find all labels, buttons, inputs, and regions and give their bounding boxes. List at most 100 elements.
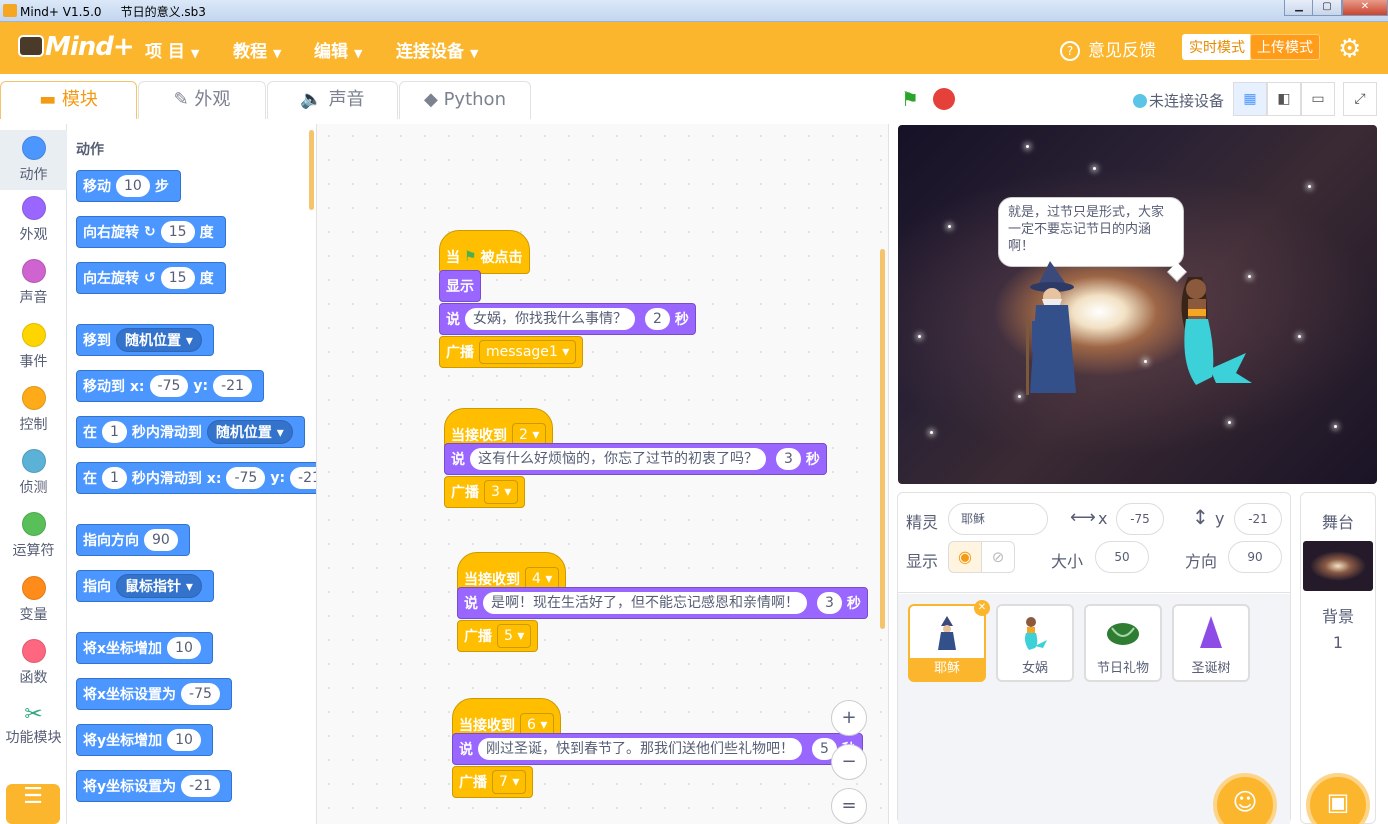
block-set-x[interactable]: 将x坐标设置为 -75 [76,678,232,710]
speaker-icon: 🔈 [300,89,329,110]
block-broadcast[interactable]: 广播 3 ▾ [444,476,526,508]
sliders-icon: ☰ [23,784,43,809]
hat-when-flag-clicked[interactable]: 当 ⚑ 被点击 [439,230,530,274]
tab-blocks[interactable]: ▬ 模块 [0,81,137,119]
block-change-y[interactable]: 将y坐标增加 10 [76,724,213,756]
block-change-x[interactable]: 将x坐标增加 10 [76,632,213,664]
palette-scrollbar[interactable] [309,130,314,210]
stop-icon[interactable] [933,88,955,110]
direction-field[interactable]: 90 [1228,541,1282,573]
tab-costumes[interactable]: ✎ 外观 [138,81,266,119]
title-bar: Mind+ V1.5.0 节日的意义.sb3 ▁ ▢ ✕ [0,0,1388,22]
window-title: Mind+ V1.5.0 节日的意义.sb3 [20,5,206,19]
script-area[interactable]: 当 ⚑ 被点击 显示 说女娲，你找我什么事情？ 2 秒 广播 message1 ▾ 当接收… [317,124,889,824]
normal-stage-icon[interactable]: ◧ [1267,82,1301,116]
gear-icon[interactable]: ⚙ [1338,34,1361,64]
sprite-thumb-gift[interactable]: 节日礼物 [1084,604,1162,682]
mindplus-window: Mind+ V1.5.0 节日的意义.sb3 ▁ ▢ ✕ Mind+ 项 目 ▼ … [0,0,1388,824]
sprite-thumb-nuwa[interactable]: 女娲 [996,604,1074,682]
block-turn-right[interactable]: 向右旋转 ↻ 15 度 [76,216,226,248]
category-events[interactable]: 事件 [0,323,67,371]
palette-title: 动作 [76,142,104,158]
script-scrollbar[interactable] [880,249,885,629]
tab-python[interactable]: ◆ Python [399,81,531,119]
block-move-steps[interactable]: 移动 10 步 [76,170,181,202]
category-sensing[interactable]: 侦测 [0,449,67,497]
green-flag-icon: ⚑ [464,249,477,265]
menu-project[interactable]: 项 目 ▼ [145,37,199,62]
block-point-towards[interactable]: 指向 鼠标指针 ▾ [76,570,214,602]
mode-live-button[interactable]: 实时模式 [1182,34,1252,60]
block-glide[interactable]: 在 1 秒内滑动到 随机位置 ▾ [76,416,305,448]
delete-sprite-icon[interactable]: ✕ [974,600,990,616]
block-palette: 动作 移动 10 步 向右旋转 ↻ 15 度 向左旋转 ↺ 15 度 移到 随机位置 ▾ 移动到 … [67,124,317,824]
green-flag-icon[interactable]: ⚑ [901,87,919,111]
category-variables[interactable]: 变量 [0,576,67,624]
zoom-out-button[interactable]: − [831,744,867,780]
menu-tutorial[interactable]: 教程 ▼ [233,37,281,62]
category-sound[interactable]: 声音 [0,259,67,307]
mode-upload-button[interactable]: 上传模式 [1250,34,1320,60]
wizard-sprite[interactable] [1022,261,1082,397]
chevron-down-icon: ▼ [273,47,282,60]
zoom-in-button[interactable]: + [831,700,867,736]
image-plus-icon: ▣ [1326,788,1350,816]
y-label: y [1215,509,1225,528]
fullscreen-icon[interactable]: ⤢ [1343,82,1377,116]
brush-icon: ✎ [173,89,195,110]
close-button[interactable]: ✕ [1342,0,1388,16]
category-function-modules[interactable]: ✂ 功能模块 [0,702,67,747]
category-operators[interactable]: 运算符 [0,512,67,560]
tab-sounds[interactable]: 🔈 声音 [267,81,398,119]
feedback-button[interactable]: ? 意见反馈 [1060,36,1156,61]
block-say-for-secs[interactable]: 说这有什么好烦恼的，你忘了过节的初衷了吗？ 3 秒 [444,443,827,475]
block-point-direction[interactable]: 指向方向 90 [76,524,190,556]
block-broadcast[interactable]: 广播 message1 ▾ [439,336,584,368]
block-glide-xy[interactable]: 在1秒内滑动到 x:-75y:-21 [76,462,316,494]
block-goto[interactable]: 移到 随机位置 ▾ [76,324,214,356]
block-show[interactable]: 显示 [439,270,481,302]
vertical-arrow-icon: ↕ [1192,505,1209,529]
mermaid-sprite[interactable] [1176,273,1256,391]
stage-canvas[interactable]: 就是，过节只是形式，大家一定不要忘记节日的内涵啊！ [898,125,1377,484]
block-broadcast[interactable]: 广播 5 ▾ [457,620,539,652]
category-looks[interactable]: 外观 [0,196,67,244]
menu-bar: Mind+ 项 目 ▼ 教程 ▼ 编辑 ▼ 连接设备 ▼ ? 意见反馈 实时模式 上传模式… [0,22,1388,74]
sprite-info-panel: 精灵 耶稣 ⟷ x -75 ↕ y -21 显示 ◉ ⊘ 大小 50 方向 90… [897,492,1291,824]
category-control[interactable]: 控制 [0,386,67,434]
tree-thumb-icon [1200,616,1222,648]
hide-eye-icon[interactable]: ⊘ [981,541,1015,573]
maximize-button[interactable]: ▢ [1312,0,1342,16]
block-say-for-secs[interactable]: 说女娲，你找我什么事情？ 2 秒 [439,303,696,335]
block-set-y[interactable]: 将y坐标设置为 -21 [76,770,233,802]
robot-icon [18,35,44,57]
size-field[interactable]: 50 [1095,541,1149,573]
stage-title: 舞台 [1321,513,1354,532]
menu-edit[interactable]: 编辑 ▼ [314,37,362,62]
extension-button[interactable]: ☰ [6,784,60,824]
large-stage-icon[interactable]: ▭ [1301,82,1335,116]
block-broadcast[interactable]: 广播 7 ▾ [452,766,534,798]
logo: Mind+ [18,32,135,62]
watermelon-thumb-icon [1107,623,1139,645]
block-say-for-secs[interactable]: 说刚过圣诞，快到春节了。那我们送他们些礼物吧！5秒 [452,733,863,765]
show-eye-icon[interactable]: ◉ [948,541,982,573]
wizard-thumb-icon [938,616,956,650]
sprite-name-field[interactable]: 耶稣 [948,503,1048,535]
small-stage-icon[interactable]: ▦ [1233,82,1267,116]
x-field[interactable]: -75 [1116,503,1164,535]
category-functions[interactable]: 函数 [0,639,67,687]
category-motion[interactable]: 动作 [0,130,67,190]
python-icon: ◆ [424,89,444,110]
minimize-button[interactable]: ▁ [1284,0,1314,16]
sprite-thumb-christmas-tree[interactable]: 圣诞树 [1172,604,1250,682]
backdrop-thumbnail[interactable] [1303,541,1373,591]
menu-connect-device[interactable]: 连接设备 ▼ [396,37,478,62]
sprite-thumb-jesus[interactable]: ✕ 耶稣 [908,600,990,682]
block-turn-left[interactable]: 向左旋转 ↺ 15 度 [76,262,226,294]
y-field[interactable]: -21 [1234,503,1282,535]
block-say-for-secs[interactable]: 说是啊！现在生活好了，但不能忘记感恩和亲情啊！ 3 秒 [457,587,868,619]
block-goto-xy[interactable]: 移动到 x: -75 y: -21 [76,370,264,402]
zoom-reset-button[interactable]: = [831,788,867,824]
sprite-properties: 精灵 耶稣 ⟷ x -75 ↕ y -21 显示 ◉ ⊘ 大小 50 方向 90 [898,493,1290,593]
